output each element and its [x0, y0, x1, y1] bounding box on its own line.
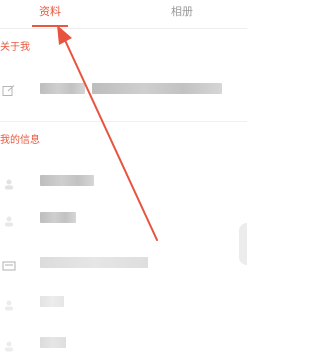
annotation-arrow — [57, 25, 158, 241]
